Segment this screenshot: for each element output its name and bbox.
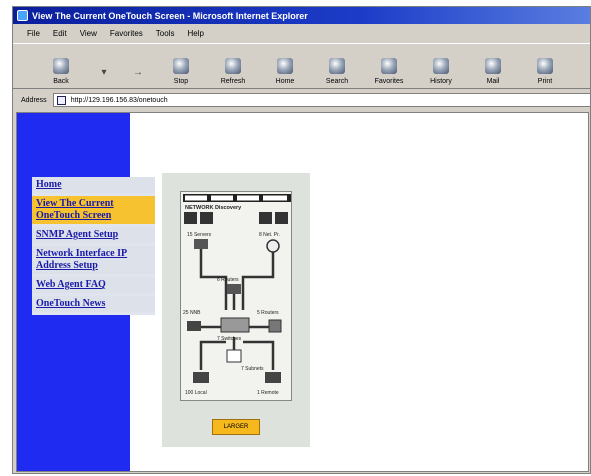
local-icon	[193, 372, 209, 383]
nav-item-snmp-agent-setup[interactable]: SNMP Agent Setup	[32, 227, 155, 243]
back-dropdown-button[interactable]: ▾	[87, 48, 121, 88]
device-tab	[211, 195, 233, 201]
onetouch-screen-image: NETWORK Discovery 15 Servers 8 Net. Pr. …	[180, 191, 292, 401]
device-tab	[237, 195, 259, 201]
nav-menu: Home View The Current OneTouch Screen SN…	[32, 177, 155, 315]
page-icon	[56, 95, 66, 105]
print-button[interactable]: Print	[519, 48, 571, 88]
search-button[interactable]: Search	[311, 48, 363, 88]
node-label: 15 Servers	[187, 232, 212, 238]
node-label: 7 Subnets	[241, 366, 264, 372]
menu-edit[interactable]: Edit	[53, 29, 67, 38]
toolbar: Back ▾ → Stop Refresh Home Search Favori…	[13, 43, 590, 89]
back-button[interactable]: Back	[35, 48, 87, 88]
mail-button[interactable]: Mail	[467, 48, 519, 88]
menu-file[interactable]: File	[27, 29, 40, 38]
mail-label: Mail	[486, 78, 500, 85]
device-icon	[184, 212, 197, 224]
home-label: Home	[275, 78, 295, 85]
device-icon	[200, 212, 213, 224]
node-label: 25 NNB	[183, 310, 201, 316]
router-icon	[268, 319, 282, 333]
refresh-button[interactable]: Refresh	[207, 48, 259, 88]
remote-icon	[265, 372, 281, 383]
browser-window: View The Current OneTouch Screen - Micro…	[12, 6, 591, 474]
menu-help[interactable]: Help	[187, 29, 203, 38]
device-header: NETWORK Discovery	[185, 205, 242, 211]
address-bar: Address http://129.196.156.83/onetouch	[13, 91, 590, 109]
router-icon	[227, 284, 241, 294]
node-label: 100 Local	[185, 390, 207, 396]
print-icon	[537, 58, 553, 74]
page-content: Home View The Current OneTouch Screen SN…	[16, 112, 589, 472]
address-label: Address	[21, 96, 47, 104]
server-icon	[194, 239, 208, 249]
back-label: Back	[53, 78, 69, 85]
favorites-label: Favorites	[374, 78, 404, 85]
nav-item-home[interactable]: Home	[32, 177, 155, 193]
network-map: NETWORK Discovery 15 Servers 8 Net. Pr. …	[183, 194, 291, 396]
forward-button[interactable]: →	[121, 48, 155, 88]
nnb-icon	[187, 321, 201, 331]
menu-tools[interactable]: Tools	[156, 29, 175, 38]
larger-button[interactable]: LARGER	[212, 419, 260, 435]
search-label: Search	[325, 78, 349, 85]
search-icon	[329, 58, 345, 74]
back-icon	[53, 58, 69, 74]
device-tab	[185, 195, 207, 201]
address-input[interactable]: http://129.196.156.83/onetouch	[52, 93, 590, 107]
home-button[interactable]: Home	[259, 48, 311, 88]
stop-icon	[173, 58, 189, 74]
device-panel: NETWORK Discovery 15 Servers 8 Net. Pr. …	[162, 173, 310, 447]
home-icon	[277, 58, 293, 74]
printer-icon	[266, 239, 280, 253]
favorites-button[interactable]: Favorites	[363, 48, 415, 88]
refresh-label: Refresh	[220, 78, 246, 85]
switch-icon	[220, 317, 250, 333]
node-label: 1 Remote	[257, 390, 279, 396]
stop-label: Stop	[173, 78, 189, 85]
node-label: 6 Routers	[217, 277, 239, 283]
forward-icon: →	[133, 67, 143, 78]
mail-icon	[485, 58, 501, 74]
node-label: 7 Switches	[217, 336, 242, 342]
history-button[interactable]: History	[415, 48, 467, 88]
device-icon	[275, 212, 288, 224]
stop-button[interactable]: Stop	[155, 48, 207, 88]
nav-item-web-agent-faq[interactable]: Web Agent FAQ	[32, 277, 155, 293]
node-label: 5 Routers	[257, 310, 279, 316]
subnet-icon	[226, 349, 242, 363]
favorites-icon	[381, 58, 397, 74]
dropdown-arrow-icon: ▾	[101, 67, 107, 78]
menu-favorites[interactable]: Favorites	[110, 29, 143, 38]
device-icon	[259, 212, 272, 224]
print-label: Print	[537, 78, 553, 85]
history-label: History	[430, 78, 452, 85]
refresh-icon	[225, 58, 241, 74]
nav-item-onetouch-news[interactable]: OneTouch News	[32, 296, 155, 312]
address-url: http://129.196.156.83/onetouch	[70, 96, 168, 104]
history-icon	[433, 58, 449, 74]
menu-view[interactable]: View	[80, 29, 97, 38]
nav-item-network-ip-setup[interactable]: Network Interface IP Address Setup	[32, 246, 155, 274]
node-label: 8 Net. Pr.	[259, 232, 280, 238]
title-bar: View The Current OneTouch Screen - Micro…	[13, 7, 590, 24]
nav-item-view-current-screen[interactable]: View The Current OneTouch Screen	[32, 196, 155, 224]
device-tab	[263, 195, 287, 201]
menu-bar: File Edit View Favorites Tools Help	[13, 25, 590, 41]
window-title: View The Current OneTouch Screen - Micro…	[32, 10, 308, 21]
ie-logo-icon	[17, 10, 28, 21]
